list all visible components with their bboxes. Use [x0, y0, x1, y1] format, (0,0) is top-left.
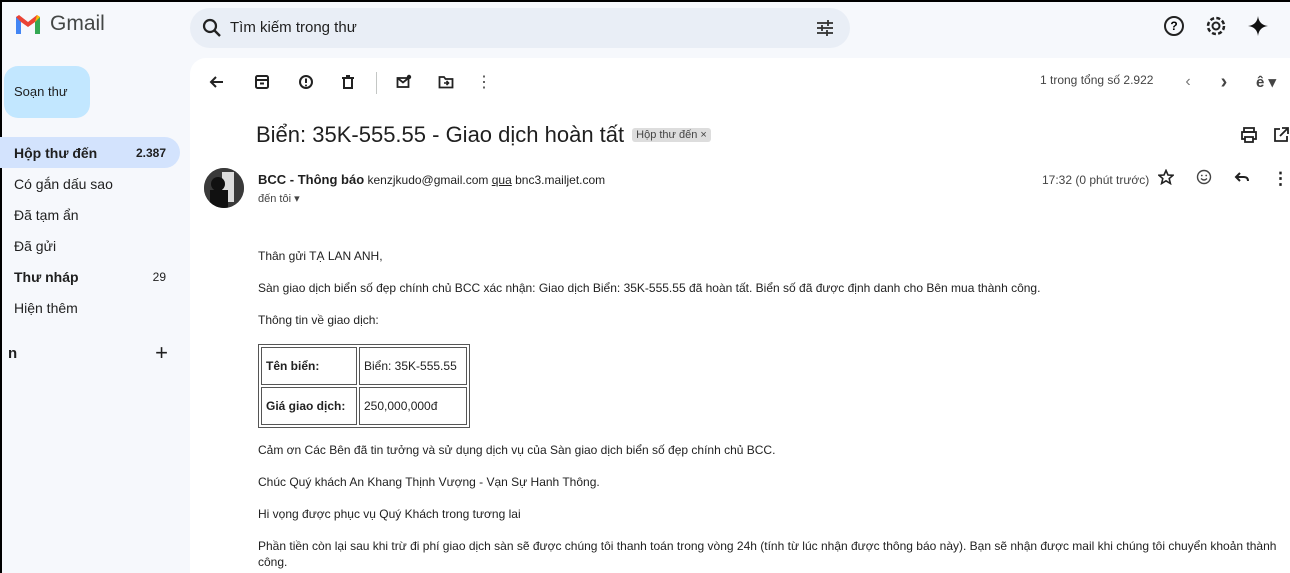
compose-button[interactable]: Soạn thư — [4, 66, 90, 118]
sidebar-item-inbox[interactable]: Hộp thư đến 2.387 — [0, 137, 180, 168]
sidebar-item-label: Đã gửi — [14, 237, 57, 254]
table-row: Giá giao dịch: 250,000,000đ — [261, 387, 467, 425]
email-subject: Biển: 35K-555.55 - Giao dịch hoàn tất Hộ… — [256, 122, 711, 148]
add-label-icon[interactable]: + — [155, 342, 168, 364]
search-input[interactable]: Tìm kiếm trong thư — [230, 19, 357, 36]
svg-text:?: ? — [1170, 19, 1177, 33]
recipient-line[interactable]: đến tôi ▾ — [258, 192, 300, 205]
open-new-window-icon[interactable] — [1272, 126, 1290, 149]
chevron-right-icon[interactable]: › — [1212, 70, 1236, 94]
greeting: Thân gửi TẠ LAN ANH, — [258, 249, 383, 263]
message-actions: ⋮ — [1156, 168, 1289, 190]
move-to-icon[interactable] — [434, 70, 458, 94]
gear-icon[interactable] — [1204, 14, 1228, 38]
table-key: Tên biển: — [261, 347, 357, 385]
report-spam-icon[interactable] — [294, 70, 318, 94]
chevron-down-icon[interactable]: ▾ — [294, 193, 300, 205]
sidebar-nav: Hộp thư đến 2.387 Có gắn dấu sao Đã tạm … — [0, 137, 180, 323]
delete-icon[interactable] — [336, 70, 360, 94]
body-paragraph: Phần tiền còn lại sau khi trừ đi phí gia… — [258, 539, 1277, 569]
via-word: qua — [491, 173, 512, 187]
recipient-text: đến tôi — [258, 193, 292, 205]
message-time: 17:32 (0 phút trước) — [1042, 173, 1150, 187]
subject-actions — [1240, 126, 1290, 149]
subject-text: Biển: 35K-555.55 - Giao dịch hoàn tất — [256, 122, 625, 147]
body-paragraph: Cảm ơn Các Bên đã tin tưởng và sử dụng d… — [258, 443, 776, 457]
deal-info-table: Tên biển: Biển: 35K-555.55 Giá giao dịch… — [258, 344, 470, 428]
star-icon[interactable] — [1156, 168, 1176, 190]
body-paragraph: Sàn giao dịch biển số đẹp chính chủ BCC … — [258, 281, 1041, 295]
compose-label: Soạn thư — [14, 84, 68, 99]
mark-unread-icon[interactable] — [392, 70, 416, 94]
gmail-logo[interactable]: Gmail — [14, 12, 105, 36]
search-icon[interactable] — [202, 18, 222, 38]
sidebar-item-snoozed[interactable]: Đã tạm ẩn — [0, 199, 180, 230]
sidebar-item-label: Hộp thư đến — [14, 144, 98, 161]
more-vert-icon[interactable]: ⋮ — [1272, 169, 1289, 190]
gemini-sparkle-icon[interactable] — [1246, 14, 1270, 38]
help-icon[interactable]: ? — [1162, 14, 1186, 38]
sidebar-item-label: Thư nháp — [14, 268, 79, 285]
sidebar-item-label: Đã tạm ẩn — [14, 206, 79, 223]
body-paragraph: Thông tin về giao dịch: — [258, 313, 379, 327]
table-row: Tên biển: Biển: 35K-555.55 — [261, 347, 467, 385]
sidebar-item-label: Hiện thêm — [14, 299, 78, 316]
sender-name[interactable]: BCC - Thông báo — [258, 172, 364, 187]
message-toolbar: ⋮ 1 trong tổng số 2.922 ‹ › ê ▾ — [190, 58, 1290, 106]
sidebar-item-more[interactable]: Hiện thêm — [0, 292, 180, 323]
table-key: Giá giao dịch: — [261, 387, 357, 425]
gmail-m-icon — [14, 13, 42, 35]
body-paragraph: Hi vọng được phục vụ Quý Khách trong tươ… — [258, 507, 521, 521]
inbox-label-chip[interactable]: Hộp thư đến × — [632, 128, 711, 142]
sender-avatar[interactable] — [204, 168, 244, 208]
table-value: 250,000,000đ — [359, 387, 467, 425]
sender-email: kenzjkudo@gmail.com — [367, 173, 489, 187]
top-bar: Gmail Tìm kiếm trong thư ? — [0, 0, 1290, 56]
toolbar-divider — [376, 72, 377, 94]
archive-icon[interactable] — [250, 70, 274, 94]
top-right-icons: ? — [1162, 14, 1270, 38]
labels-heading: n — [8, 345, 18, 362]
search-bar[interactable]: Tìm kiếm trong thư — [190, 8, 850, 48]
print-icon[interactable] — [1240, 126, 1258, 149]
draft-count: 29 — [152, 269, 166, 284]
via-domain: bnc3.mailjet.com — [515, 173, 606, 187]
sidebar-item-sent[interactable]: Đã gửi — [0, 230, 180, 261]
input-tools-icon[interactable]: ê ▾ — [1248, 70, 1284, 94]
body-paragraph: Chúc Quý khách An Khang Thịnh Vượng - Vạ… — [258, 475, 600, 489]
app-name: Gmail — [50, 12, 105, 35]
sidebar-item-label: Có gắn dấu sao — [14, 175, 113, 192]
reply-icon[interactable] — [1234, 169, 1250, 190]
sidebar-item-drafts[interactable]: Thư nháp 29 — [0, 261, 180, 292]
labels-header: n + — [8, 342, 168, 364]
sidebar-item-starred[interactable]: Có gắn dấu sao — [0, 168, 180, 199]
message-body: Thân gửi TẠ LAN ANH, Sàn giao dịch biển … — [258, 248, 1278, 573]
more-vert-icon[interactable]: ⋮ — [472, 70, 496, 94]
unread-count: 2.387 — [135, 145, 166, 160]
emoji-react-icon[interactable] — [1196, 169, 1212, 190]
sender-line: BCC - Thông báo kenzjkudo@gmail.com qua … — [258, 172, 605, 187]
message-panel: ⋮ 1 trong tổng số 2.922 ‹ › ê ▾ Biển: 35… — [190, 58, 1290, 573]
pagination-text: 1 trong tổng số 2.922 — [1040, 73, 1154, 87]
table-value: Biển: 35K-555.55 — [359, 347, 467, 385]
search-options-icon[interactable] — [815, 18, 835, 38]
back-arrow-icon[interactable] — [204, 70, 228, 94]
chevron-left-icon[interactable]: ‹ — [1176, 70, 1200, 94]
